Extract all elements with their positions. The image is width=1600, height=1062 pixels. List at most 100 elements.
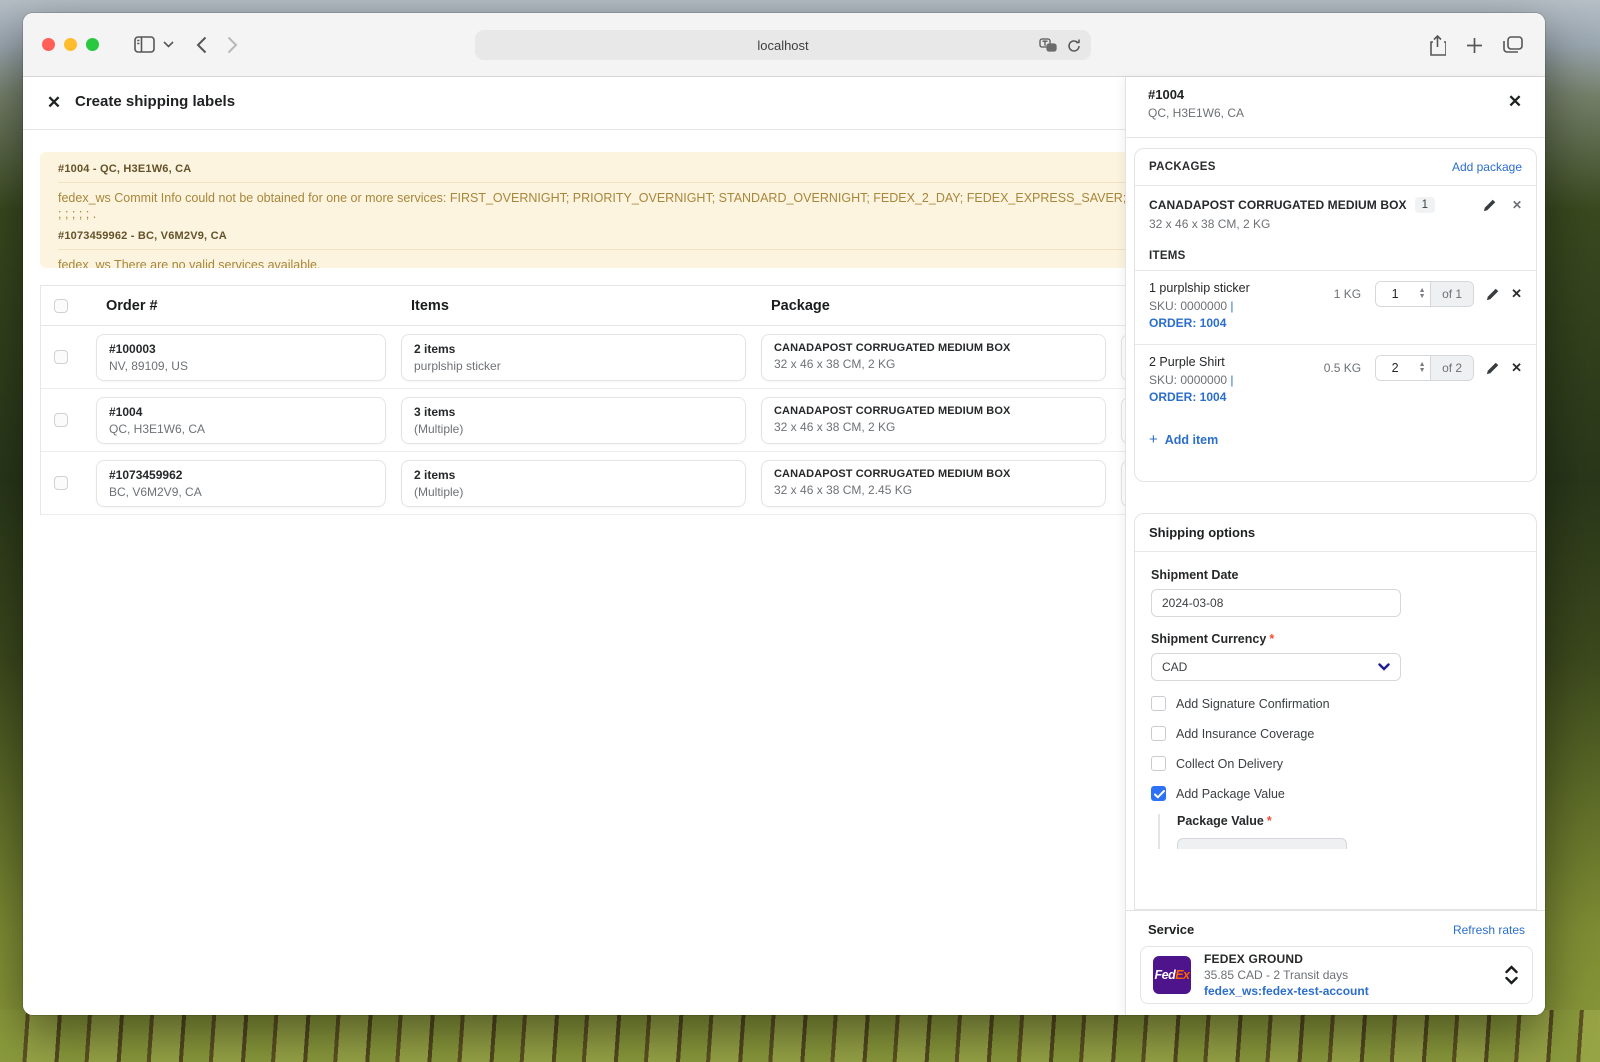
edit-item-icon[interactable] [1486,288,1499,301]
close-icon[interactable]: ✕ [42,91,66,115]
warning-message: fedex_ws There are no valid services ava… [58,257,1132,268]
order-destination: BC, V6M2V9, CA [109,485,373,499]
items-count: 3 items [414,405,733,419]
quantity-stepper[interactable]: ▲▼ [1414,282,1430,306]
remove-item-icon[interactable]: ✕ [1511,286,1522,302]
package-row: CANADAPOST CORRUGATED MEDIUM BOX 1 ✕ 32 … [1135,186,1536,240]
insurance-coverage-checkbox[interactable] [1151,726,1166,741]
item-sku-separator: | [1230,373,1233,387]
package-cell[interactable]: CANADAPOST CORRUGATED MEDIUM BOX 32 x 46… [761,334,1106,381]
divider [58,249,1132,250]
sidebar-order-number: #1004 [1148,87,1523,102]
item-quantity-input[interactable] [1376,282,1414,306]
zoom-window-button[interactable] [86,38,99,51]
items-cell[interactable]: 2 items (Multiple) [401,460,746,507]
add-item-link[interactable]: + Add item [1135,419,1232,448]
package-cell[interactable]: CANADAPOST CORRUGATED MEDIUM BOX 32 x 46… [761,460,1106,507]
signature-confirmation-row[interactable]: Add Signature Confirmation [1151,696,1520,711]
new-tab-icon[interactable] [1466,37,1483,54]
item-order-link[interactable]: ORDER: 1004 [1149,316,1226,330]
packages-panel: PACKAGES Add package CANADAPOST CORRUGAT… [1134,148,1537,482]
currency-select[interactable]: CAD [1151,653,1401,681]
sidebar-header: #1004 QC, H3E1W6, CA ✕ [1126,77,1545,138]
page-content: ✕ Create shipping labels #1004 - QC, H3E… [23,77,1545,1015]
reload-icon[interactable] [1067,38,1081,53]
shipping-options-panel: Shipping options Shipment Date Shipment … [1134,513,1537,910]
add-package-value-checkbox[interactable] [1151,786,1166,801]
package-qty-badge: 1 [1415,197,1435,213]
package-value-label: Package Value [1177,814,1264,828]
sidebar-order-location: QC, H3E1W6, CA [1148,106,1523,120]
order-cell[interactable]: #1073459962 BC, V6M2V9, CA [96,460,386,507]
row-checkbox[interactable] [54,476,68,490]
remove-item-icon[interactable]: ✕ [1511,360,1522,376]
items-cell[interactable]: 3 items (Multiple) [401,397,746,444]
service-rate-card[interactable]: FedEx FEDEX GROUND 35.85 CAD - 2 Transit… [1140,946,1533,1004]
package-name: CANADAPOST CORRUGATED MEDIUM BOX [774,342,1093,354]
tab-overview-icon[interactable] [1503,36,1523,54]
items-cell[interactable]: 2 items purplship sticker [401,334,746,381]
required-asterisk: * [1269,632,1274,646]
item-sku: SKU: 0000000 [1149,373,1227,387]
package-cell[interactable]: CANADAPOST CORRUGATED MEDIUM BOX 32 x 46… [761,397,1106,444]
rate-selector-arrows[interactable] [1505,966,1518,985]
package-detail: 32 x 46 x 38 CM, 2.45 KG [774,483,1093,497]
add-item-label: Add item [1165,433,1218,447]
column-header-order: Order # [96,298,386,314]
items-detail: (Multiple) [414,485,733,499]
item-order-link[interactable]: ORDER: 1004 [1149,390,1226,404]
share-icon[interactable] [1429,35,1446,56]
minimize-window-button[interactable] [64,38,77,51]
order-number: #1073459962 [109,468,373,482]
package-item: 1 purplship sticker SKU: 0000000 | ORDER… [1135,271,1536,345]
table-row: #100003 NV, 89109, US 2 items purplship … [41,326,1150,389]
row-checkbox[interactable] [54,413,68,427]
address-bar[interactable]: localhost [475,30,1091,60]
order-destination: QC, H3E1W6, CA [109,422,373,436]
order-cell[interactable]: #1004 QC, H3E1W6, CA [96,397,386,444]
signature-confirmation-checkbox[interactable] [1151,696,1166,711]
item-quantity-input[interactable] [1376,356,1414,380]
add-package-link[interactable]: Add package [1452,160,1522,174]
select-all-checkbox[interactable] [54,299,68,313]
service-account-link[interactable]: fedex_ws:fedex-test-account [1204,984,1369,998]
required-asterisk: * [1267,814,1272,828]
row-checkbox[interactable] [54,350,68,364]
edit-item-icon[interactable] [1486,362,1499,375]
refresh-rates-link[interactable]: Refresh rates [1453,923,1525,937]
service-name: FEDEX GROUND [1204,952,1369,966]
order-destination: NV, 89109, US [109,359,373,373]
plus-icon: + [1149,431,1158,448]
forward-button[interactable] [227,36,238,54]
item-sku-separator: | [1230,299,1233,313]
checkbox-label: Collect On Delivery [1176,757,1283,771]
column-header-package: Package [761,298,1106,314]
items-title: ITEMS [1135,240,1536,271]
window-controls [23,38,99,51]
package-value-input[interactable] [1177,838,1347,849]
sidebar-toggle-icon[interactable] [134,36,155,53]
collect-on-delivery-checkbox[interactable] [1151,756,1166,771]
insurance-coverage-row[interactable]: Add Insurance Coverage [1151,726,1520,741]
package-detail: 32 x 46 x 38 CM, 2 KG [774,357,1093,371]
browser-window: localhost [23,13,1545,1015]
item-quantity-of: of 2 [1430,356,1473,380]
close-icon[interactable]: ✕ [1503,90,1527,114]
quantity-stepper[interactable]: ▲▼ [1414,356,1430,380]
chevron-down-icon[interactable] [163,41,174,48]
package-name: CANADAPOST CORRUGATED MEDIUM BOX [774,468,1093,480]
shipment-date-input[interactable] [1151,589,1401,617]
chevron-down-icon [1378,663,1390,671]
items-count: 2 items [414,342,733,356]
edit-package-icon[interactable] [1483,199,1496,212]
package-value-row[interactable]: Add Package Value [1151,786,1520,801]
remove-package-icon[interactable]: ✕ [1512,198,1522,212]
order-number: #1004 [109,405,373,419]
close-window-button[interactable] [42,38,55,51]
back-button[interactable] [196,36,207,54]
order-cell[interactable]: #100003 NV, 89109, US [96,334,386,381]
translate-icon[interactable] [1039,38,1057,53]
collect-on-delivery-row[interactable]: Collect On Delivery [1151,756,1520,771]
page-title: Create shipping labels [75,93,235,110]
currency-value: CAD [1162,660,1187,674]
